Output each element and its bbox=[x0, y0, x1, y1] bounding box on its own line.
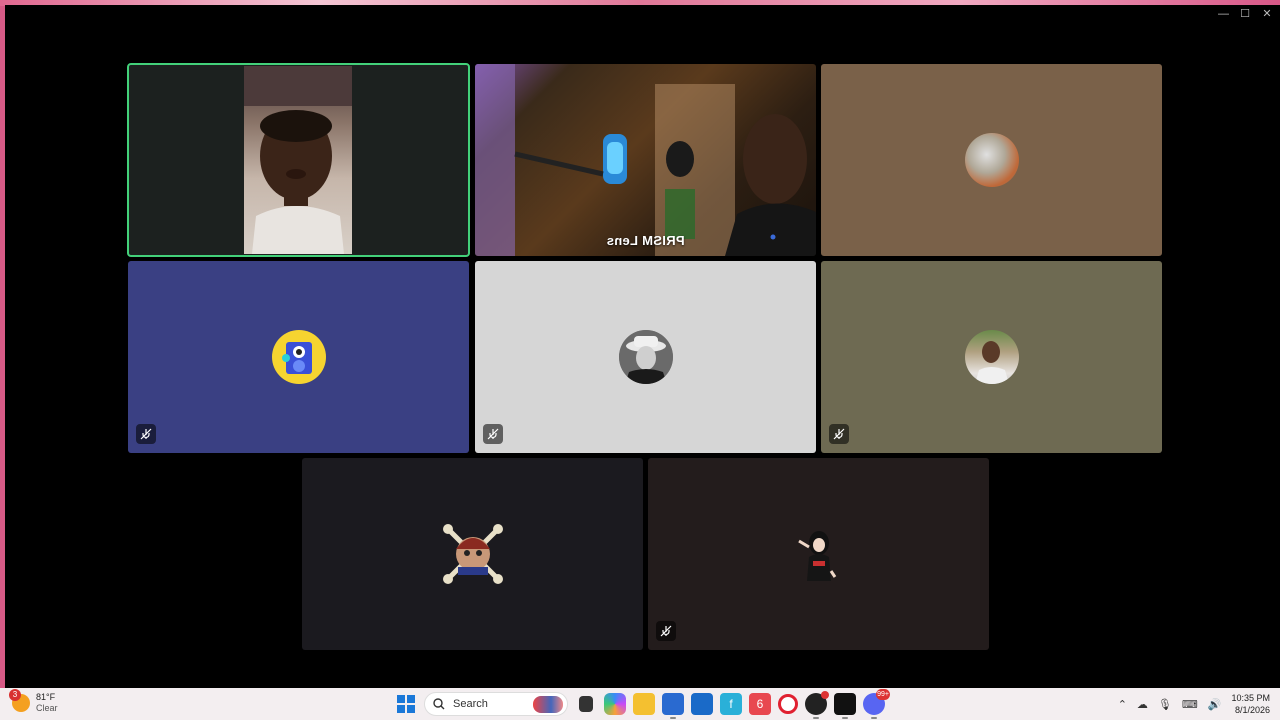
participant-tile-8[interactable] bbox=[648, 458, 989, 650]
file-explorer-icon[interactable] bbox=[633, 693, 655, 715]
close-button[interactable]: ✕ bbox=[1262, 7, 1272, 21]
active-indicator bbox=[871, 717, 877, 719]
weather-notification-badge: 3 bbox=[9, 689, 21, 701]
participant-video-feed bbox=[244, 66, 352, 254]
window-controls: — ☐ ✕ bbox=[1218, 7, 1272, 21]
windows-start-icon[interactable] bbox=[395, 693, 417, 715]
search-label: Search bbox=[453, 698, 488, 710]
taskbar-search-box[interactable]: Search bbox=[424, 692, 568, 716]
system-tray: ⌃ ☁ 🎙 ⌨ 🔊 10:35 PM 8/1/2026 bbox=[1118, 688, 1270, 720]
music-app-icon[interactable] bbox=[805, 691, 829, 719]
weather-sun-icon: 3 bbox=[9, 689, 30, 712]
participant-tile-5[interactable] bbox=[475, 261, 816, 453]
participant-tile-7[interactable] bbox=[302, 458, 643, 650]
person-photo-icon bbox=[974, 341, 1009, 384]
clock-date: 8/1/2026 bbox=[1234, 705, 1270, 715]
weather-widget[interactable]: 3 81°F Clear bbox=[9, 689, 58, 714]
participant-name-label: PRISM Lens bbox=[606, 233, 685, 248]
app-6-icon[interactable]: 6 bbox=[749, 693, 771, 715]
outlook-icon[interactable] bbox=[691, 693, 713, 715]
anime-character-icon bbox=[797, 531, 836, 581]
participant-tile-6[interactable] bbox=[821, 261, 1162, 453]
participant-avatar bbox=[964, 330, 1019, 384]
taskbar-app-icons: Search f 6 99+ bbox=[395, 689, 890, 719]
finance-app-icon[interactable]: f bbox=[720, 693, 742, 715]
weather-condition: Clear bbox=[36, 703, 58, 713]
room-scene-image bbox=[475, 64, 816, 256]
search-icon bbox=[433, 698, 445, 710]
participant-avatar bbox=[795, 527, 843, 581]
network-icon[interactable]: ⌨ bbox=[1182, 698, 1198, 711]
chevron-up-icon[interactable]: ⌃ bbox=[1118, 698, 1127, 711]
participant-tile-4[interactable] bbox=[128, 261, 469, 453]
skull-crossbones-icon bbox=[442, 524, 503, 584]
active-indicator bbox=[670, 717, 676, 719]
minimize-button[interactable]: — bbox=[1218, 7, 1229, 21]
opera-icon[interactable] bbox=[778, 694, 798, 714]
participant-tile-self-video[interactable] bbox=[127, 63, 470, 257]
music-notification-badge bbox=[821, 691, 829, 699]
copilot-icon[interactable] bbox=[604, 693, 626, 715]
microsoft-store-icon[interactable] bbox=[662, 693, 684, 719]
person-in-hat-icon bbox=[618, 330, 673, 384]
capcut-icon[interactable] bbox=[834, 693, 856, 719]
task-view-icon[interactable] bbox=[579, 696, 593, 712]
clock-time: 10:35 PM bbox=[1231, 693, 1270, 703]
participant-avatar bbox=[440, 521, 506, 587]
participant-avatar bbox=[618, 330, 673, 384]
clock[interactable]: 10:35 PM 8/1/2026 bbox=[1231, 692, 1270, 716]
muted-mic-icon bbox=[829, 424, 849, 444]
muted-mic-icon bbox=[656, 621, 676, 641]
participant-tile-3[interactable] bbox=[821, 64, 1162, 256]
search-highlight-image bbox=[533, 696, 563, 713]
muted-mic-icon bbox=[136, 424, 156, 444]
participant-avatar bbox=[964, 133, 1019, 187]
muted-mic-icon bbox=[483, 424, 503, 444]
taskbar: 3 81°F Clear Search f 6 99+ ⌃ ☁ 🎙 ⌨ 🔊 10… bbox=[0, 688, 1280, 720]
participant-tile-prism-video[interactable]: PRISM Lens bbox=[475, 64, 816, 256]
maximize-button[interactable]: ☐ bbox=[1240, 7, 1250, 21]
active-indicator bbox=[813, 717, 819, 719]
volume-icon[interactable]: 🔊 bbox=[1208, 698, 1222, 711]
weather-temperature: 81°F bbox=[36, 692, 56, 702]
cartoon-speaker-icon bbox=[281, 342, 312, 374]
microphone-icon[interactable]: 🎙 bbox=[1158, 698, 1172, 711]
person-silhouette-icon bbox=[244, 66, 352, 254]
discord-icon[interactable]: 99+ bbox=[863, 689, 890, 719]
participant-avatar bbox=[271, 330, 326, 384]
discord-notification-badge: 99+ bbox=[876, 689, 890, 700]
active-indicator bbox=[842, 717, 848, 719]
onedrive-cloud-icon[interactable]: ☁ bbox=[1137, 698, 1148, 711]
